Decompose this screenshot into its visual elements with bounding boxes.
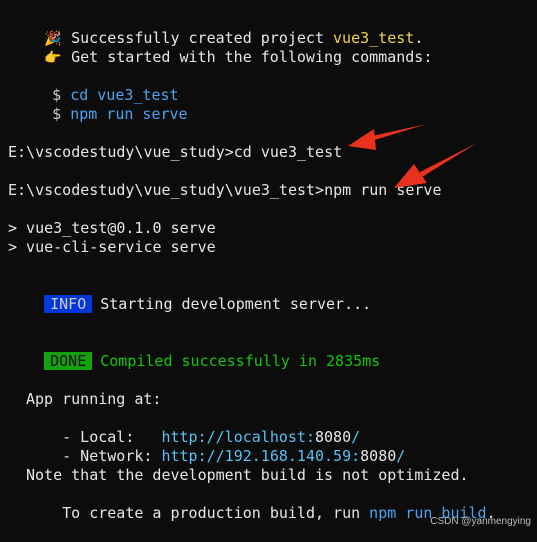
info-line: INFO Starting development server...	[8, 276, 371, 313]
production-prefix: To create a production build, run	[62, 504, 370, 522]
note-line: Note that the development build is not o…	[26, 466, 469, 484]
terminal-window[interactable]: 🎉 Successfully created project vue3_test.…	[0, 0, 537, 533]
npm-command-line: > vue-cli-service serve	[8, 238, 216, 256]
network-url-link[interactable]: http://192.168.140.59:8080/	[161, 447, 405, 465]
network-url-host: http://192.168.140.59:	[161, 447, 361, 465]
arrow-to-cd-icon	[348, 124, 427, 150]
shell-line-cd: E:\vscodestudy\vue_study>cd vue3_test	[8, 143, 343, 161]
network-url-slash: /	[396, 447, 406, 465]
production-build-line: To create a production build, run npm ru…	[26, 485, 495, 522]
command-text: npm run serve	[70, 105, 188, 123]
done-line: DONE Compiled successfully in 2835ms	[8, 333, 380, 370]
command-line-serve: $ npm run serve	[16, 86, 187, 123]
local-url-line: - Local: http://localhost:8080/	[26, 409, 360, 446]
done-message: Compiled successfully in 2835ms	[100, 352, 381, 370]
npm-script-line: > vue3_test@0.1.0 serve	[8, 219, 216, 237]
command-line-cd: $ cd vue3_test	[16, 67, 178, 104]
network-url-line: - Network: http://192.168.140.59:8080/	[26, 428, 405, 465]
info-badge: INFO	[44, 295, 93, 313]
get-started-text: Get started with the following commands:	[71, 48, 433, 66]
network-label: - Network:	[62, 447, 162, 465]
prompt-symbol: $	[52, 105, 62, 123]
pointing-hand-icon: 👉	[44, 50, 62, 66]
created-line: 🎉 Successfully created project vue3_test.	[8, 10, 423, 47]
watermark: CSDN @yanmengying	[430, 516, 531, 527]
done-badge: DONE	[44, 352, 93, 370]
network-url-port: 8080	[360, 447, 397, 465]
app-running-line: App running at:	[26, 390, 162, 408]
shell-line-npm: E:\vscodestudy\vue_study\vue3_test>npm r…	[8, 181, 442, 199]
info-message: Starting development server...	[100, 295, 372, 313]
get-started-line: 👉 Get started with the following commands…	[8, 29, 432, 66]
